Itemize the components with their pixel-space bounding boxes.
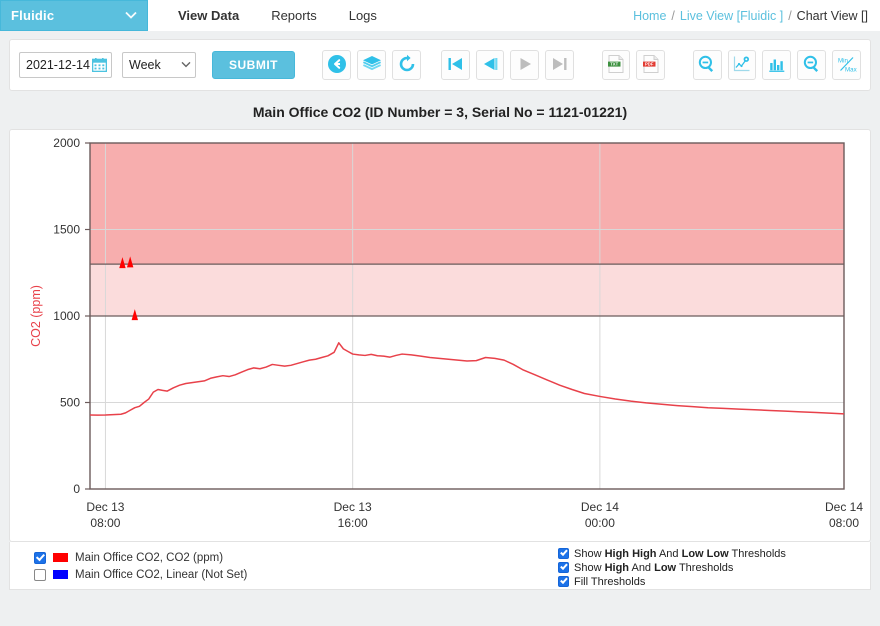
x-axis-tick-label-date: Dec 14 xyxy=(825,500,863,514)
primary-nav-links: View Data Reports Logs xyxy=(162,0,393,31)
bar-chart-button[interactable] xyxy=(762,50,792,80)
refresh-icon xyxy=(397,54,417,77)
option-checkbox[interactable] xyxy=(558,548,569,559)
site-select-label: Fluidic xyxy=(11,8,55,23)
y-axis-tick-label: 2000 xyxy=(53,136,80,150)
high-threshold-band xyxy=(90,264,844,316)
breadcrumb-item-live-view[interactable]: Live View [Fluidic ] xyxy=(680,9,783,23)
svg-text:Max: Max xyxy=(845,66,858,73)
play-back-icon xyxy=(480,54,500,77)
nav-link-reports[interactable]: Reports xyxy=(255,0,333,31)
y-axis-title: CO2 (ppm) xyxy=(29,285,43,347)
co2-line-chart[interactable]: 0 500 1000 1500 2000 CO2 (ppm) Dec 13 08:00 Dec … xyxy=(10,130,872,541)
series-legend: Main Office CO2, CO2 (ppm) Main Office C… xyxy=(34,549,247,589)
y-axis-tick-label: 500 xyxy=(60,396,80,410)
x-axis-tick-label-time: 08:00 xyxy=(829,516,859,530)
site-select[interactable]: Fluidic xyxy=(0,0,148,31)
layers-icon xyxy=(362,54,382,77)
svg-text:PDF: PDF xyxy=(645,61,654,66)
txt-file-icon: TXT xyxy=(606,54,626,77)
submit-button[interactable]: SUBMIT xyxy=(212,51,295,79)
refresh-button[interactable] xyxy=(392,50,421,80)
series-line-co2 xyxy=(89,342,845,416)
pdf-file-icon: PDF xyxy=(641,54,661,77)
top-navigation-bar: Fluidic View Data Reports Logs Home / Li… xyxy=(0,0,880,31)
range-select-label: Week xyxy=(129,58,161,72)
option-label: Show High High And Low Low Thresholds xyxy=(574,547,786,560)
y-axis-tick-label: 1000 xyxy=(53,309,80,323)
magnifier-minus-icon xyxy=(802,54,822,77)
export-pdf-button[interactable]: PDF xyxy=(636,50,666,80)
chart-settings-button[interactable] xyxy=(727,50,757,80)
skip-last-button[interactable] xyxy=(545,50,575,80)
play-forward-icon xyxy=(515,54,535,77)
breadcrumb-item-chart-view: Chart View [] xyxy=(796,8,868,23)
chart-gear-icon xyxy=(732,54,752,77)
zoom-in-button[interactable] xyxy=(692,50,722,80)
layers-button[interactable] xyxy=(357,50,387,80)
magnifier-minus-icon xyxy=(697,54,717,77)
chart-toolbar: 2021-12-14 Week SUBMIT TXT PDF Min Max xyxy=(9,39,871,91)
left-arrow-circle-icon xyxy=(327,54,347,77)
legend-checkbox-co2[interactable] xyxy=(34,551,46,564)
skip-to-start-icon xyxy=(445,54,465,77)
nav-link-logs[interactable]: Logs xyxy=(333,0,393,31)
page-title: Main Office CO2 (ID Number = 3, Serial N… xyxy=(252,104,628,120)
chart-legend-bar: Main Office CO2, CO2 (ppm) Main Office C… xyxy=(9,542,871,590)
date-input-group[interactable]: 2021-12-14 xyxy=(19,52,112,78)
breadcrumb-item-home[interactable]: Home xyxy=(633,9,666,23)
nav-link-view-data[interactable]: View Data xyxy=(162,0,255,31)
legend-item[interactable]: Main Office CO2, CO2 (ppm) xyxy=(34,549,247,566)
option-checkbox[interactable] xyxy=(558,576,569,587)
y-axis-tick-label: 1500 xyxy=(53,223,80,237)
option-checkbox[interactable] xyxy=(558,562,569,573)
chevron-down-icon xyxy=(181,60,191,71)
svg-text:TXT: TXT xyxy=(610,61,618,66)
export-txt-button[interactable]: TXT xyxy=(601,50,631,80)
skip-first-button[interactable] xyxy=(440,50,470,80)
min-max-button[interactable]: Min Max xyxy=(832,50,861,80)
previous-button[interactable] xyxy=(475,50,505,80)
back-arrow-button[interactable] xyxy=(322,50,352,80)
y-axis-tick-label: 0 xyxy=(73,482,80,496)
breadcrumb: Home / Live View [Fluidic ] / Chart View… xyxy=(633,0,868,31)
skip-to-end-icon xyxy=(550,54,570,77)
option-fill-thresholds[interactable]: Fill Thresholds xyxy=(558,575,786,588)
calendar-icon[interactable] xyxy=(92,58,107,72)
range-select[interactable]: Week xyxy=(122,52,196,78)
chart-container: 0 500 1000 1500 2000 CO2 (ppm) Dec 13 08:00 Dec … xyxy=(9,129,871,542)
zoom-out-button[interactable] xyxy=(797,50,827,80)
bar-chart-icon xyxy=(767,54,787,77)
threshold-options: Show High High And Low Low Thresholds Sh… xyxy=(558,547,786,589)
x-axis-tick-label-date: Dec 13 xyxy=(86,500,124,514)
min-max-icon: Min Max xyxy=(834,54,860,77)
option-label: Fill Thresholds xyxy=(574,575,646,588)
x-axis-tick-label-date: Dec 13 xyxy=(334,500,372,514)
high-high-threshold-band xyxy=(90,143,844,265)
legend-color-swatch xyxy=(52,552,69,563)
option-show-high-low[interactable]: Show High And Low Thresholds xyxy=(558,561,786,574)
legend-item[interactable]: Main Office CO2, Linear (Not Set) xyxy=(34,566,247,583)
x-axis-tick-label-time: 16:00 xyxy=(338,516,368,530)
date-input[interactable]: 2021-12-14 xyxy=(26,58,92,72)
x-axis-tick-label-time: 08:00 xyxy=(90,516,120,530)
option-show-high-high-low-low[interactable]: Show High High And Low Low Thresholds xyxy=(558,547,786,560)
legend-color-swatch xyxy=(52,569,69,580)
legend-item-label: Main Office CO2, CO2 (ppm) xyxy=(75,551,224,564)
legend-checkbox-linear[interactable] xyxy=(34,568,46,581)
x-axis-tick-label-date: Dec 14 xyxy=(581,500,619,514)
breadcrumb-separator: / xyxy=(671,8,675,23)
option-label: Show High And Low Thresholds xyxy=(574,561,734,574)
legend-item-label: Main Office CO2, Linear (Not Set) xyxy=(75,568,248,581)
next-button[interactable] xyxy=(510,50,540,80)
breadcrumb-separator: / xyxy=(788,8,792,23)
submit-button-label: SUBMIT xyxy=(229,58,278,72)
chevron-down-icon xyxy=(125,10,137,22)
x-axis-tick-label-time: 00:00 xyxy=(585,516,615,530)
